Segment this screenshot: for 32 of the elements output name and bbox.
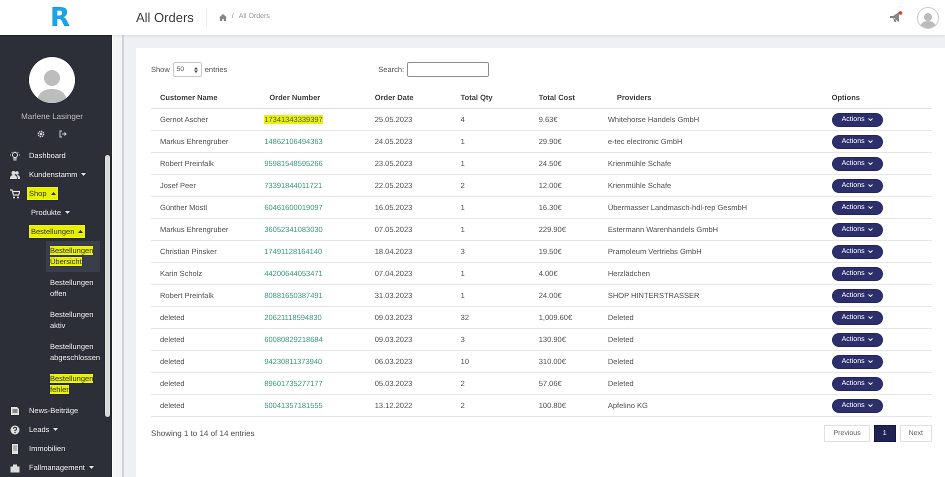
chevron-down-icon <box>868 162 873 166</box>
logo: R <box>50 4 70 32</box>
building-icon <box>10 444 20 454</box>
chevron-down-icon <box>868 382 873 386</box>
chevron-down-icon <box>868 250 873 254</box>
chevron-down-icon <box>868 272 873 276</box>
people-icon <box>10 170 20 180</box>
profile-name: Marlene Lasinger <box>21 111 83 123</box>
page-title: All Orders <box>136 8 207 28</box>
briefcase-icon <box>10 462 20 472</box>
megaphone-icon[interactable] <box>889 11 903 24</box>
chevron-down-icon <box>868 118 873 122</box>
chevron-down-icon <box>868 338 873 342</box>
help-icon <box>10 424 20 434</box>
search-field[interactable] <box>407 62 490 77</box>
entries-info: Showing 1 to 14 of 14 entries <box>151 428 255 440</box>
chevron-down-icon <box>868 206 873 210</box>
chevron-down-icon <box>868 140 873 144</box>
profile-avatar <box>29 57 75 103</box>
sort-arrows-icon <box>194 66 198 72</box>
logout-icon[interactable] <box>59 130 67 138</box>
chevron-down-icon <box>868 316 873 320</box>
chevron-down-icon <box>868 184 873 188</box>
chevron-down-icon <box>868 360 873 364</box>
cart-icon <box>10 188 20 198</box>
document-icon <box>10 406 20 416</box>
chevron-down-icon <box>868 228 873 232</box>
lightbulb-icon <box>10 150 20 160</box>
home-icon[interactable] <box>218 14 227 21</box>
chevron-down-icon <box>868 294 873 298</box>
settings-icon[interactable] <box>37 130 45 138</box>
chevron-down-icon <box>868 404 873 408</box>
